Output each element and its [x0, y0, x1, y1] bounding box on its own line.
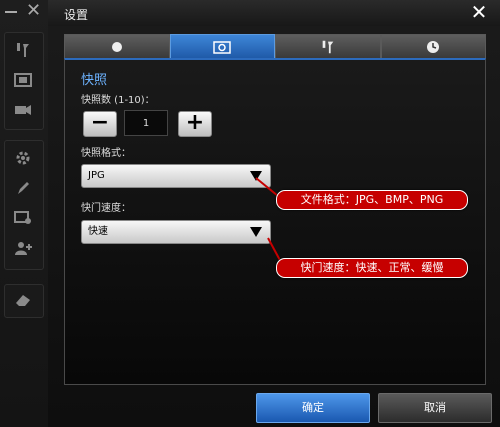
sidebar: ✕: [0, 0, 49, 427]
user-add-icon[interactable]: [6, 234, 40, 262]
pen-icon[interactable]: [6, 174, 40, 202]
snapshot-panel: 快照 快照数 (1-10)： − 1 + 快照格式： JPG 快门速度： 快速: [64, 58, 486, 385]
chevron-down-icon: [250, 227, 262, 237]
ok-button[interactable]: 确定: [256, 393, 370, 423]
sidebar-top-controls: ✕: [0, 0, 48, 24]
section-title: 快照: [81, 73, 108, 88]
snapshot-count-label: 快照数 (1-10)：: [81, 95, 155, 106]
cancel-button[interactable]: 取消: [378, 393, 492, 423]
gear-icon[interactable]: [6, 144, 40, 172]
tab-general[interactable]: [64, 34, 170, 58]
chevron-down-icon: [250, 171, 262, 181]
decrement-button[interactable]: −: [83, 111, 117, 137]
tab-tools[interactable]: [275, 34, 381, 58]
shutter-speed-select[interactable]: 快速: [81, 220, 271, 244]
dialog-title: 设置: [64, 8, 89, 22]
tools-icon[interactable]: [6, 36, 40, 64]
camera-icon[interactable]: [6, 96, 40, 124]
snapshot-format-value: JPG: [88, 170, 105, 181]
increment-button[interactable]: +: [178, 111, 212, 137]
tools-icon: [322, 40, 334, 53]
shutter-speed-value: 快速: [88, 226, 108, 237]
camera-icon: [213, 40, 231, 54]
snapshot-format-label: 快照格式：: [81, 148, 131, 159]
minimize-icon[interactable]: [5, 11, 17, 13]
tab-schedule[interactable]: [380, 34, 486, 58]
clock-icon: [427, 40, 440, 53]
close-icon[interactable]: ✕: [468, 1, 490, 23]
format-callout: 文件格式：JPG、BMP、PNG: [276, 190, 468, 210]
eraser-icon[interactable]: [6, 286, 40, 314]
tab-snapshot[interactable]: [169, 34, 275, 58]
shutter-speed-label: 快门速度：: [81, 203, 131, 214]
snapshot-count-input[interactable]: 1: [124, 110, 168, 136]
screen-icon[interactable]: [6, 66, 40, 94]
tab-bar: [64, 34, 486, 58]
shutter-callout: 快门速度：快速、正常、缓慢: [276, 258, 468, 278]
title-bar: 设置 ✕: [48, 0, 500, 26]
close-icon[interactable]: ✕: [26, 0, 41, 22]
snapshot-format-select[interactable]: JPG: [81, 164, 271, 188]
settings-dialog: 设置 ✕ 快照 快照数 (1-10)： − 1 + 快照格式： JPG 快门速度…: [48, 0, 500, 427]
screen-settings-icon[interactable]: [6, 204, 40, 232]
dot-icon: [111, 41, 122, 52]
